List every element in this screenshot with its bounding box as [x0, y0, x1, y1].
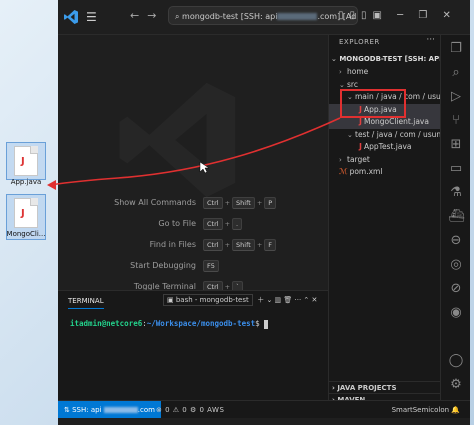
- java-file-icon: J: [14, 198, 38, 228]
- shortcut-label: Find in Files: [149, 240, 196, 249]
- shortcut-row[interactable]: Start Debugging F5: [78, 256, 328, 275]
- remote-explorer-icon[interactable]: ▭: [448, 161, 464, 177]
- terminal-panel: TERMINAL ▣ bash - mongodb-test ＋ ⌄ ▥ 🗑 ·…: [58, 290, 328, 401]
- command-center-text: mongodb-test [SSH: api: [182, 12, 278, 21]
- terminal-output[interactable]: itadmin@netcore6:~/Workspace/mongodb-tes…: [70, 319, 269, 329]
- gear-icon[interactable]: ⚙: [448, 377, 464, 393]
- terminal-cursor: [264, 319, 269, 329]
- key-separator: +: [224, 240, 231, 249]
- run-debug-icon[interactable]: ▷: [448, 89, 464, 105]
- no-entry-icon[interactable]: ⊖: [448, 233, 464, 249]
- shortcut-label: Show All Commands: [114, 198, 196, 207]
- status-counts[interactable]: ⊗ 0 ⚠ 0 ⚙ 0 AWS: [156, 401, 224, 419]
- tree-folder-target[interactable]: › target: [329, 154, 441, 167]
- keybinding-key: P: [264, 196, 277, 209]
- keybinding-key: Shift: [232, 238, 255, 251]
- desktop-file-app-java[interactable]: J App.java: [4, 146, 48, 186]
- globe-icon[interactable]: ◎: [448, 257, 464, 273]
- shortcut-row[interactable]: Go to File Ctrl +.: [78, 214, 328, 233]
- prompt-path: ~/Workspace/mongodb-test: [146, 319, 256, 328]
- title-bar: ☰ ←→ ⌕ mongodb-test [SSH: api.com] [Adm.…: [58, 0, 470, 35]
- keybinding-key: Shift: [232, 196, 255, 209]
- key-separator: +: [256, 198, 263, 207]
- keybinding-key: F5: [203, 259, 219, 272]
- more-actions-icon[interactable]: ···: [426, 35, 435, 45]
- xml-file-icon: ℳ: [339, 167, 348, 176]
- tree-file-apptest-java[interactable]: J AppTest.java: [329, 141, 441, 154]
- terminal-controls[interactable]: ▣ bash - mongodb-test ＋ ⌄ ▥ 🗑 ··· ⌃ ✕: [163, 294, 317, 306]
- shortcut-label: Start Debugging: [130, 261, 196, 270]
- keybinding-key: F: [264, 238, 277, 251]
- activity-bar: ❐ ⌕ ▷ ⑂ ⊞ ▭ ⚗ ⛴ ⊖ ◎ ⊘ ◉ ◯ ⚙: [440, 35, 470, 400]
- extensions-icon[interactable]: ⊞: [448, 137, 464, 153]
- explorer-title: EXPLORER: [339, 38, 380, 46]
- menu-icon[interactable]: ☰: [86, 10, 97, 24]
- key-separator: +: [224, 219, 231, 228]
- prompt-symbol: $: [255, 319, 260, 328]
- key-separator: +: [224, 198, 231, 207]
- terminal-action-icons[interactable]: ＋ ⌄ ▥ 🗑 ··· ⌃ ✕: [255, 296, 317, 304]
- desktop-file-mongoclient-java[interactable]: J MongoCli...: [4, 198, 48, 238]
- tree-file-pom-xml[interactable]: ℳpom.xml: [329, 166, 441, 179]
- docker-icon[interactable]: ⛴: [448, 209, 465, 225]
- search-icon[interactable]: ⌕: [448, 65, 464, 81]
- tree-folder-home[interactable]: › home: [329, 66, 441, 79]
- key-separator: +: [256, 240, 263, 249]
- keybinding-key: Ctrl: [203, 196, 223, 209]
- java-file-icon: J: [359, 117, 362, 126]
- desktop-file-label: MongoCli...: [6, 230, 46, 238]
- database-icon[interactable]: ◉: [448, 305, 464, 321]
- status-right[interactable]: SmartSemicolon 🔔: [392, 401, 460, 419]
- shortcut-label: Go to File: [158, 219, 196, 228]
- shortcut-row[interactable]: Find in Files Ctrl + Shift + F: [78, 235, 328, 254]
- tab-terminal[interactable]: TERMINAL: [68, 297, 104, 309]
- vscode-logo-icon: [64, 10, 78, 24]
- highlight-box: [340, 89, 406, 118]
- tree-folder-test[interactable]: ⌄test / java / com / usuntek: [329, 129, 441, 142]
- layout-controls[interactable]: ▯▯▯▣ ─ ❐ ✕: [338, 10, 457, 21]
- editor-welcome-area: Show All Commands Ctrl + Shift + P Go to File C…: [58, 35, 328, 293]
- prompt-user: itadmin@netcore6: [70, 319, 143, 328]
- vscode-watermark-icon: [119, 82, 236, 198]
- shortcut-list: Show All Commands Ctrl + Shift + P Go to File C…: [78, 193, 328, 298]
- explorer-root[interactable]: ⌄ MONGODB-TEST [SSH: API-TEST.U...: [329, 53, 441, 66]
- keybinding-key: .: [232, 217, 243, 230]
- terminal-selector[interactable]: ▣ bash - mongodb-test: [163, 294, 253, 306]
- command-center[interactable]: ⌕ mongodb-test [SSH: api.com] [Adm...: [168, 6, 358, 25]
- redacted-host: [103, 407, 138, 413]
- keybinding-key: Ctrl: [203, 238, 223, 251]
- vscode-window: ☰ ←→ ⌕ mongodb-test [SSH: api.com] [Adm.…: [58, 0, 470, 425]
- search-icon: ⌕: [175, 12, 180, 21]
- remote-indicator[interactable]: ⇅ SSH: api .com: [58, 401, 161, 419]
- shortcut-row[interactable]: Show All Commands Ctrl + Shift + P: [78, 193, 328, 212]
- desktop-file-label: App.java: [10, 178, 42, 186]
- status-bar: ⇅ SSH: api .com ⊗ 0 ⚠ 0 ⚙ 0 AWS SmartSem…: [58, 400, 470, 419]
- window-bottom: [58, 418, 470, 425]
- bell-icon: 🔔: [451, 406, 460, 414]
- redacted-host: [277, 13, 318, 20]
- keybinding-key: Ctrl: [203, 217, 223, 230]
- java-file-icon: J: [359, 142, 362, 151]
- account-icon[interactable]: ◯: [448, 353, 464, 369]
- extension-icon[interactable]: ⊘: [448, 281, 464, 297]
- source-control-icon[interactable]: ⑂: [448, 113, 464, 129]
- explorer-icon[interactable]: ❐: [448, 41, 464, 57]
- testing-icon[interactable]: ⚗: [448, 185, 464, 201]
- java-file-icon: J: [14, 146, 38, 176]
- nav-arrows[interactable]: ←→: [130, 9, 164, 22]
